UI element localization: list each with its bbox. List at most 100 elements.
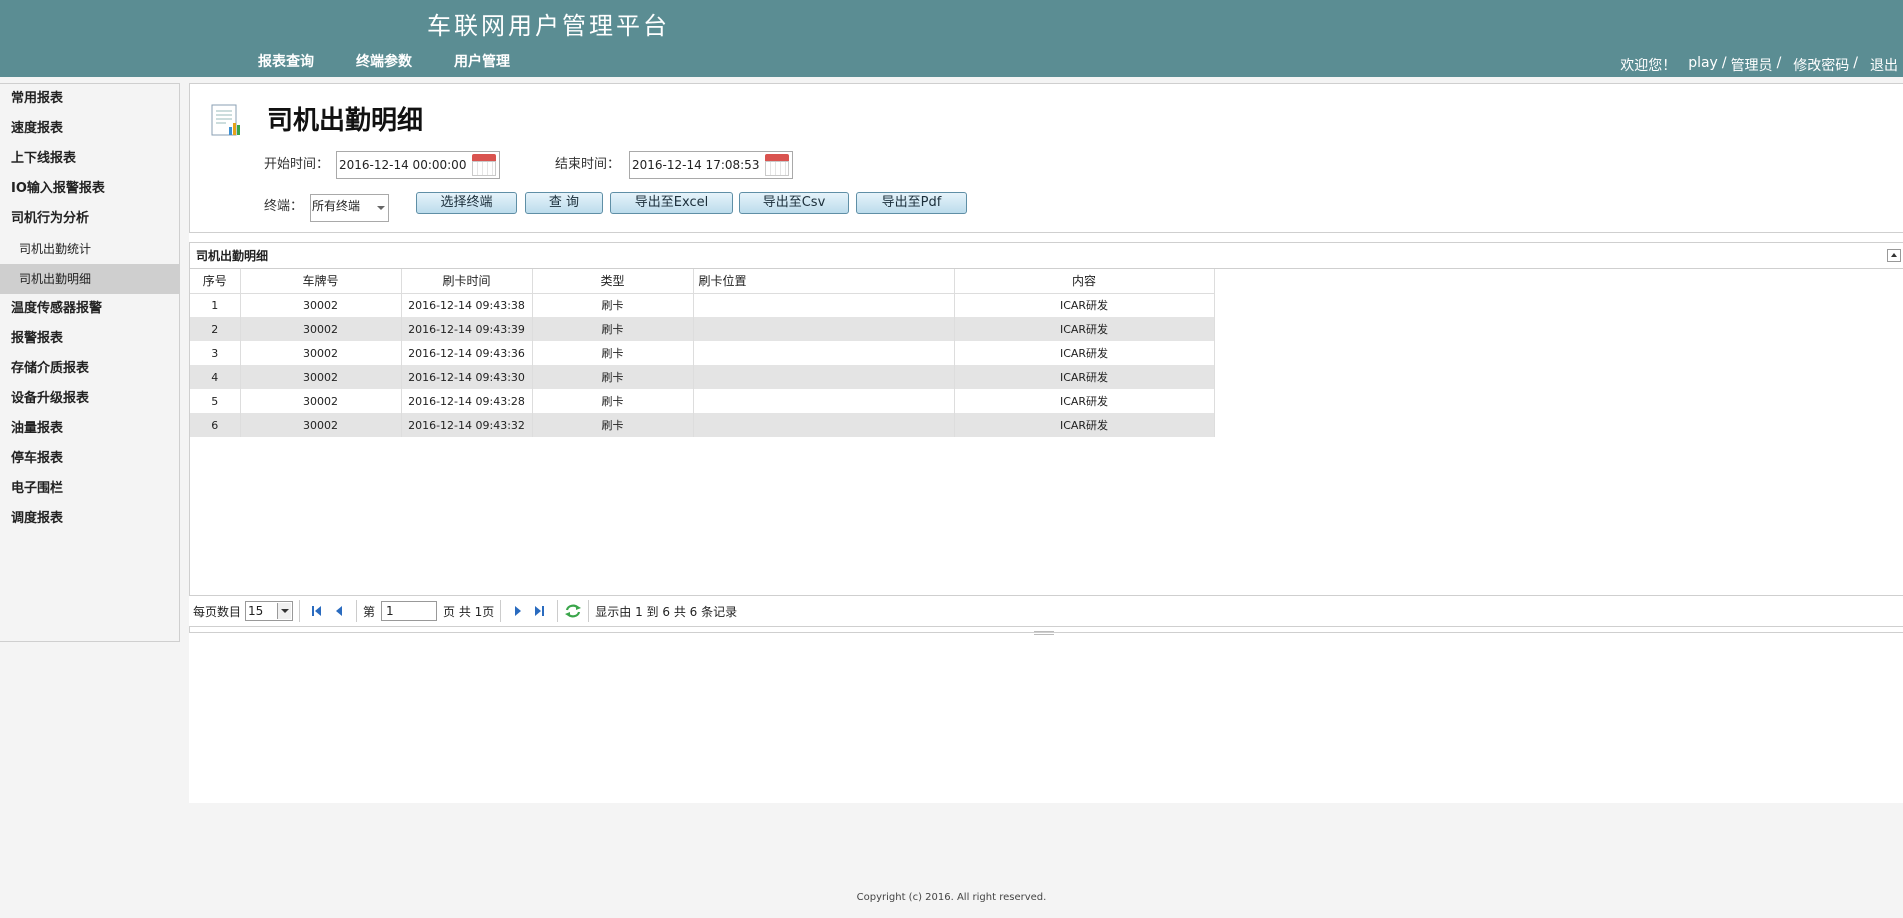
attendance-table: 序号 车牌号 刷卡时间 类型 刷卡位置 内容 1 30002 2016-12-1… <box>190 269 1215 437</box>
cell-content: ICAR研发 <box>954 293 1215 317</box>
cell-swipe-time: 2016-12-14 09:43:28 <box>401 389 533 413</box>
start-time-label: 开始时间： <box>264 157 330 172</box>
terminal-label: 终端： <box>264 199 304 214</box>
sidebar-item-speed-report[interactable]: 速度报表 <box>0 114 179 144</box>
page-size-label: 每页数目 <box>193 604 242 619</box>
sidebar-item-driver-behavior[interactable]: 司机行为分析 <box>0 204 179 234</box>
column-header[interactable]: 内容 <box>954 269 1215 294</box>
calendar-icon[interactable] <box>470 152 498 178</box>
cell-content: ICAR研发 <box>954 317 1215 341</box>
table-row[interactable]: 6 30002 2016-12-14 09:43:32 刷卡 ICAR研发 <box>190 413 1215 437</box>
chevron-down-icon <box>377 206 385 210</box>
divider <box>299 600 301 622</box>
export-csv-button[interactable]: 导出至Csv <box>739 192 849 214</box>
nav-terminal-params[interactable]: 终端参数 <box>356 51 412 71</box>
sidebar-item-temperature-alarm[interactable]: 温度传感器报警 <box>0 294 179 324</box>
cell-type: 刷卡 <box>532 341 694 365</box>
table-row[interactable]: 5 30002 2016-12-14 09:43:28 刷卡 ICAR研发 <box>190 389 1215 413</box>
calendar-icon[interactable] <box>763 152 791 178</box>
user-bar: 欢迎您！ play / 管理员 / 修改密码 / 退出 <box>1620 55 1898 75</box>
sidebar-item-common-reports[interactable]: 常用报表 <box>0 84 179 114</box>
sidebar-item-dispatch-report[interactable]: 调度报表 <box>0 504 179 534</box>
refresh-icon[interactable] <box>564 603 582 619</box>
terminal-select[interactable]: 所有终端 <box>310 194 389 222</box>
top-nav: 报表查询 终端参数 用户管理 <box>258 51 510 71</box>
export-excel-button[interactable]: 导出至Excel <box>610 192 733 214</box>
table-row[interactable]: 4 30002 2016-12-14 09:43:30 刷卡 ICAR研发 <box>190 365 1215 389</box>
nav-report-query[interactable]: 报表查询 <box>258 51 314 71</box>
end-time-field[interactable]: 2016-12-14 17:08:53 <box>629 151 793 179</box>
sidebar-item-online-offline[interactable]: 上下线报表 <box>0 144 179 174</box>
cell-location <box>693 413 955 437</box>
cell-plate: 30002 <box>240 341 402 365</box>
page-prefix: 第 <box>363 604 376 619</box>
sidebar-item-geofence[interactable]: 电子围栏 <box>0 474 179 504</box>
cell-location <box>693 293 955 317</box>
table-row[interactable]: 3 30002 2016-12-14 09:43:36 刷卡 ICAR研发 <box>190 341 1215 365</box>
user-bar-separator: / <box>1853 55 1858 71</box>
end-time-value: 2016-12-14 17:08:53 <box>632 158 760 172</box>
column-header[interactable]: 刷卡时间 <box>401 269 533 294</box>
user-role: 管理员 <box>1730 58 1773 74</box>
sidebar-item-alarm-report[interactable]: 报警报表 <box>0 324 179 354</box>
column-header[interactable]: 刷卡位置 <box>693 269 955 294</box>
column-header[interactable]: 序号 <box>190 269 241 294</box>
column-header[interactable]: 类型 <box>532 269 694 294</box>
sidebar-item-fuel-report[interactable]: 油量报表 <box>0 414 179 444</box>
table-row[interactable]: 1 30002 2016-12-14 09:43:38 刷卡 ICAR研发 <box>190 293 1215 317</box>
sidebar: 常用报表 速度报表 上下线报表 IO输入报警报表 司机行为分析 司机出勤统计 司… <box>0 83 180 642</box>
cell-location <box>693 389 955 413</box>
page-size-select[interactable]: 15 <box>245 601 294 621</box>
divider <box>588 600 590 622</box>
column-header[interactable]: 车牌号 <box>240 269 402 294</box>
page-title: 司机出勤明细 <box>267 106 424 136</box>
cell-type: 刷卡 <box>532 293 694 317</box>
start-time-value: 2016-12-14 00:00:00 <box>339 158 467 172</box>
cell-content: ICAR研发 <box>954 413 1215 437</box>
sidebar-item-storage-report[interactable]: 存储介质报表 <box>0 354 179 384</box>
sidebar-item-parking-report[interactable]: 停车报表 <box>0 444 179 474</box>
export-pdf-button[interactable]: 导出至Pdf <box>856 192 967 214</box>
table-row[interactable]: 2 30002 2016-12-14 09:43:39 刷卡 ICAR研发 <box>190 317 1215 341</box>
nav-user-management[interactable]: 用户管理 <box>454 51 510 71</box>
page-size-value: 15 <box>248 604 264 618</box>
change-password-link[interactable]: 修改密码 <box>1793 55 1849 75</box>
sidebar-item-attendance-stats[interactable]: 司机出勤统计 <box>0 234 179 264</box>
user-bar-separator: / <box>1776 55 1782 71</box>
collapse-icon[interactable] <box>1887 249 1901 262</box>
cell-swipe-time: 2016-12-14 09:43:39 <box>401 317 533 341</box>
last-page-icon[interactable] <box>532 603 548 619</box>
start-time-field[interactable]: 2016-12-14 00:00:00 <box>336 151 500 179</box>
cell-location <box>693 365 955 389</box>
logout-link[interactable]: 退出 <box>1870 55 1898 75</box>
footer-copyright: Copyright (c) 2016. All right reserved. <box>856 892 1047 903</box>
cell-type: 刷卡 <box>532 389 694 413</box>
page-suffix: 页 共 1页 <box>443 604 495 619</box>
page-number-input[interactable]: 1 <box>381 601 438 621</box>
sidebar-item-io-alarm[interactable]: IO输入报警报表 <box>0 174 179 204</box>
record-summary: 显示由 1 到 6 共 6 条记录 <box>595 604 738 619</box>
filter-panel: 司机出勤明细 开始时间： 2016-12-14 00:00:00 结束时间： 2… <box>189 83 1903 233</box>
resize-handle[interactable] <box>1034 631 1054 635</box>
chevron-down-icon <box>277 603 292 619</box>
cell-type: 刷卡 <box>532 365 694 389</box>
grid-title-bar: 司机出勤明细 <box>190 243 1903 269</box>
main-content: 司机出勤明细 开始时间： 2016-12-14 00:00:00 结束时间： 2… <box>189 83 1903 803</box>
cell-plate: 30002 <box>240 413 402 437</box>
app-title: 车联网用户管理平台 <box>427 12 670 40</box>
cell-index: 6 <box>190 413 241 437</box>
cell-content: ICAR研发 <box>954 341 1215 365</box>
sidebar-item-attendance-detail[interactable]: 司机出勤明细 <box>0 264 179 294</box>
sidebar-item-upgrade-report[interactable]: 设备升级报表 <box>0 384 179 414</box>
divider <box>557 600 559 622</box>
select-terminal-button[interactable]: 选择终端 <box>416 192 517 214</box>
table-header-row: 序号 车牌号 刷卡时间 类型 刷卡位置 内容 <box>190 269 1215 294</box>
query-button[interactable]: 查 询 <box>525 192 603 214</box>
grid-title: 司机出勤明细 <box>196 249 269 263</box>
cell-location <box>693 341 955 365</box>
cell-plate: 30002 <box>240 293 402 317</box>
next-page-icon[interactable] <box>510 603 526 619</box>
prev-page-icon[interactable] <box>331 603 347 619</box>
app-header: 车联网用户管理平台 报表查询 终端参数 用户管理 欢迎您！ play / 管理员… <box>0 0 1903 77</box>
first-page-icon[interactable] <box>309 603 325 619</box>
